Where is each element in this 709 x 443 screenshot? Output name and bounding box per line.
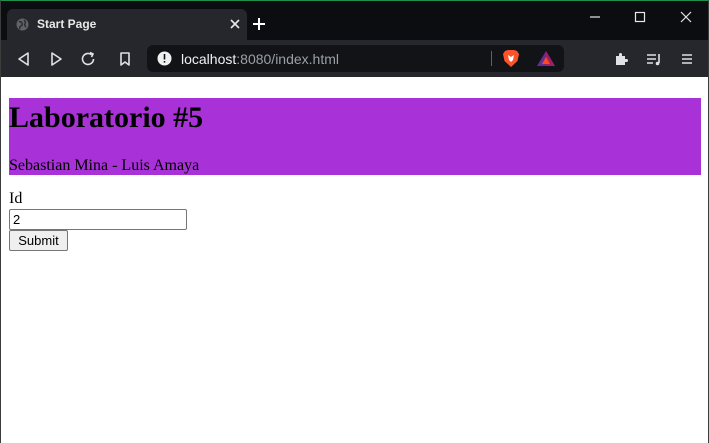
minimize-icon[interactable]	[587, 9, 603, 25]
id-input[interactable]	[9, 209, 187, 230]
url-path: :8080/index.html	[236, 51, 339, 67]
maximize-icon[interactable]	[632, 9, 648, 25]
toolbar: localhost:8080/index.html	[1, 40, 708, 77]
close-icon[interactable]	[228, 17, 242, 31]
tab-start-page[interactable]: Start Page	[7, 9, 247, 40]
address-bar[interactable]: localhost:8080/index.html	[147, 45, 564, 72]
hamburger-icon[interactable]	[678, 50, 696, 68]
playlist-icon[interactable]	[645, 50, 663, 68]
bookmark-icon[interactable]	[116, 50, 134, 68]
url-text[interactable]: localhost:8080/index.html	[181, 51, 339, 67]
brave-lion-icon[interactable]	[502, 49, 520, 68]
tab-strip: Start Page	[1, 1, 708, 40]
page-title: Laboratorio #5	[9, 101, 204, 134]
plus-icon[interactable]	[252, 17, 266, 31]
info-icon[interactable]	[157, 51, 172, 66]
id-label: Id	[9, 190, 23, 207]
bat-triangle-icon[interactable]	[536, 50, 556, 67]
back-icon[interactable]	[15, 50, 33, 68]
authors-text: Sebastian Mina - Luis Amaya	[9, 157, 200, 174]
close-icon[interactable]	[678, 9, 694, 25]
url-host: localhost	[181, 51, 237, 67]
reload-icon[interactable]	[79, 50, 97, 68]
tab-title: Start Page	[37, 17, 97, 31]
url-divider	[491, 51, 492, 66]
forward-icon[interactable]	[47, 50, 65, 68]
page-content: Laboratorio #5 Sebastian Mina - Luis Ama…	[1, 77, 708, 443]
submit-button[interactable]: Submit	[9, 230, 68, 251]
globe-icon	[16, 18, 29, 31]
puzzle-icon[interactable]	[613, 50, 631, 68]
header-banner: Laboratorio #5 Sebastian Mina - Luis Ama…	[9, 98, 701, 175]
browser-window: Start Page localhost:8080/index.html Lab…	[0, 0, 709, 443]
